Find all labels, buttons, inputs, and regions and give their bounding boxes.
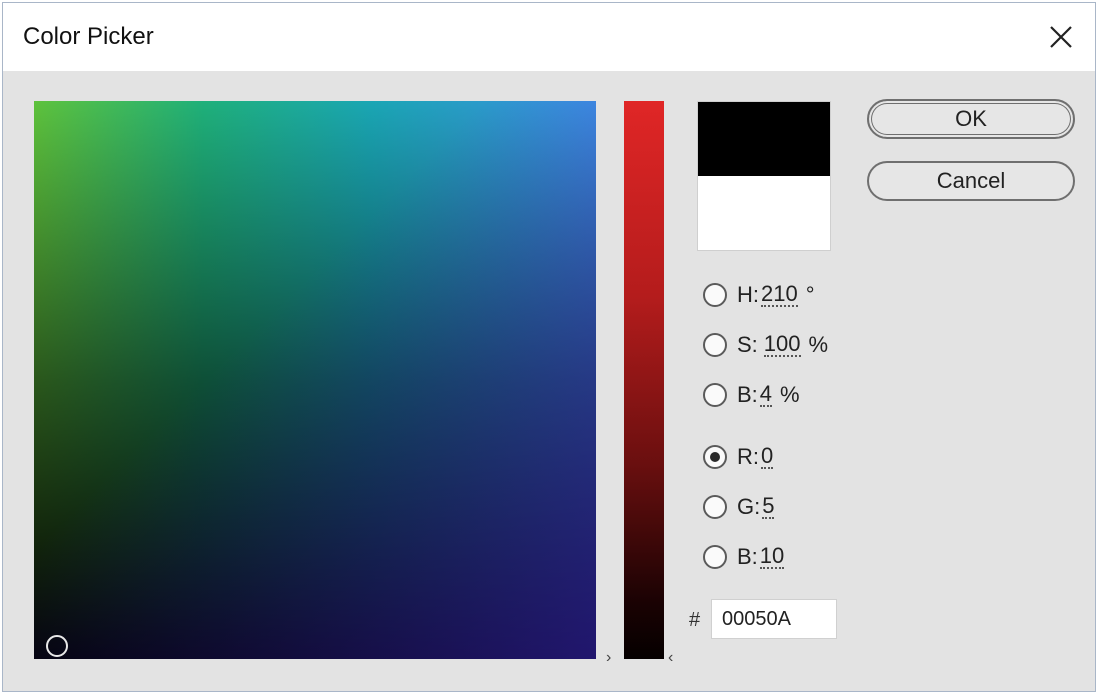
green-input[interactable]: 5 <box>762 495 775 519</box>
color-swatch <box>697 101 831 251</box>
green-label: G: <box>737 494 761 519</box>
cancel-button[interactable]: Cancel <box>867 161 1075 201</box>
hue-slider[interactable] <box>624 101 664 659</box>
hue-radio[interactable] <box>703 283 727 307</box>
hue-unit: ° <box>805 282 815 307</box>
blue-label: B: <box>737 544 758 569</box>
blue-radio[interactable] <box>703 545 727 569</box>
saturation-input[interactable]: 100 <box>763 333 801 357</box>
saturation-row: S: 100 % <box>703 329 828 361</box>
close-icon <box>1050 26 1072 48</box>
green-row: G: 5 <box>703 491 775 523</box>
hue-label: H: <box>737 282 759 307</box>
saturation-radio[interactable] <box>703 333 727 357</box>
red-label: R: <box>737 444 759 469</box>
brightness-unit: % <box>780 382 800 407</box>
chevron-right-icon: › <box>606 649 612 666</box>
color-field-cursor[interactable] <box>46 635 68 657</box>
blue-input[interactable]: 10 <box>759 545 785 569</box>
brightness-row: B: 4 % <box>703 379 800 411</box>
blue-row: B: 10 <box>703 541 785 573</box>
saturation-label: S: <box>737 332 758 357</box>
color-field-overlay <box>34 101 596 659</box>
title-bar: Color Picker <box>3 3 1095 71</box>
brightness-label: B: <box>737 382 758 407</box>
hex-prefix: # <box>689 609 701 631</box>
close-button[interactable] <box>1041 17 1081 57</box>
red-radio[interactable] <box>703 445 727 469</box>
color-picker-dialog: Color Picker › ‹ OK Cancel H: 210 ° S: 1… <box>2 2 1096 692</box>
hex-input[interactable]: 00050A <box>711 599 837 639</box>
new-color-swatch <box>698 102 830 176</box>
current-color-swatch[interactable] <box>698 176 830 250</box>
hue-row: H: 210 ° <box>703 279 815 311</box>
brightness-radio[interactable] <box>703 383 727 407</box>
hue-input[interactable]: 210 <box>761 283 798 307</box>
color-field[interactable] <box>34 101 596 659</box>
saturation-unit: % <box>808 332 829 357</box>
red-input[interactable]: 0 <box>761 445 774 469</box>
ok-button[interactable]: OK <box>867 99 1075 139</box>
chevron-left-icon: ‹ <box>668 649 674 666</box>
brightness-input[interactable]: 4 <box>759 383 773 407</box>
dialog-content: › ‹ OK Cancel H: 210 ° S: 100 % B: 4 % R… <box>3 71 1095 691</box>
green-radio[interactable] <box>703 495 727 519</box>
red-row: R: 0 <box>703 441 774 473</box>
dialog-title: Color Picker <box>23 23 154 50</box>
